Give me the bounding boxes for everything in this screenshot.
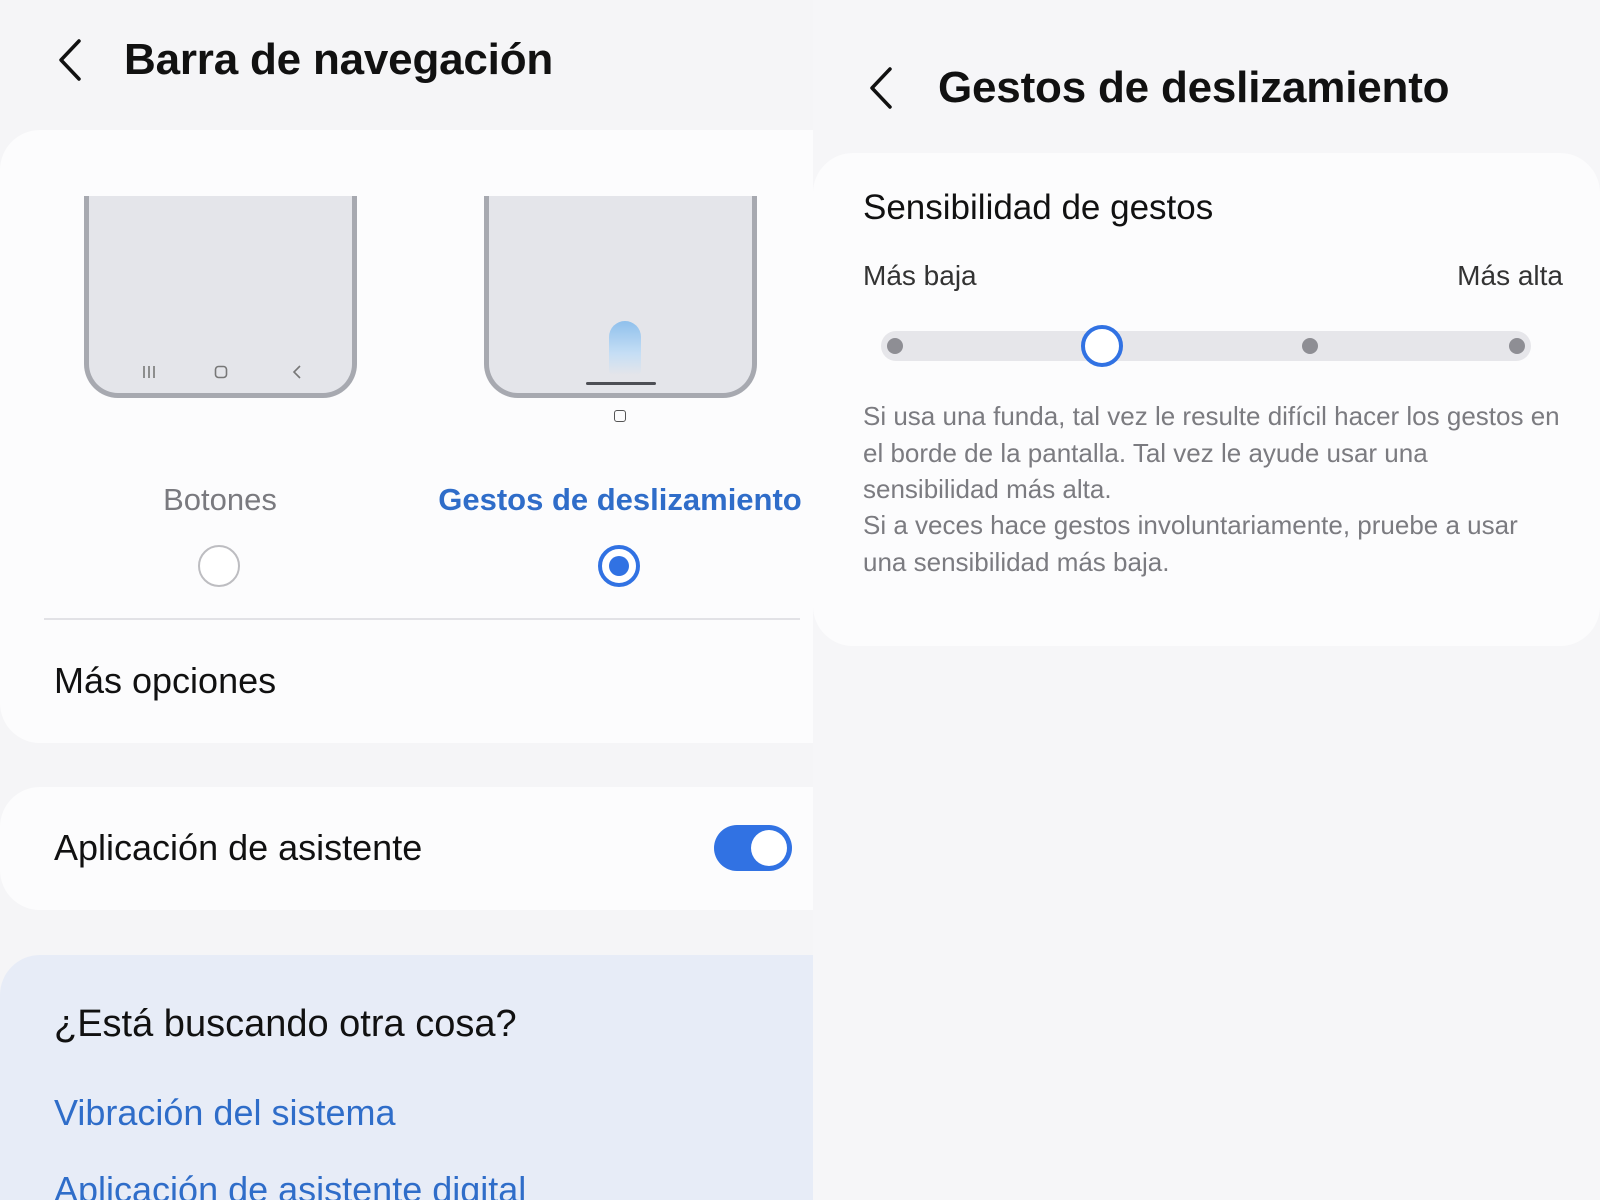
sensitivity-card: Sensibilidad de gestos Más baja Más alta… (813, 153, 1600, 646)
slider-max-label: Más alta (1457, 260, 1563, 291)
sensitivity-slider[interactable] (881, 321, 1531, 371)
sensitivity-title: Sensibilidad de gestos (863, 188, 1214, 227)
chevron-left-icon (59, 39, 81, 81)
swipe-gestures-screen: Gestos de deslizamiento Sensibilidad de … (813, 0, 1600, 1200)
slider-step-3[interactable] (1301, 338, 1318, 354)
back-button[interactable] (50, 32, 90, 88)
assistant-card: Aplicación de asistente (0, 787, 813, 910)
radio-gestures[interactable] (598, 545, 640, 587)
navigation-type-card: Botones Gestos de deslizamiento Más opci… (0, 130, 813, 743)
navigation-bar-screen: Barra de navegación Botones Gestos de de… (0, 0, 813, 1200)
radio-buttons[interactable] (198, 545, 240, 587)
help-text-case: Si usa una funda, tal vez le resulte dif… (863, 401, 1560, 504)
divider (44, 618, 800, 620)
slider-step-4[interactable] (1509, 338, 1525, 354)
swipe-hint-icon (609, 321, 641, 375)
assistant-toggle[interactable] (714, 825, 792, 871)
slider-min-label: Más baja (863, 260, 977, 291)
header: Gestos de deslizamiento (861, 60, 1450, 116)
help-text-involuntary: Si a veces hace gestos involuntariamente… (863, 510, 1518, 577)
page-title: Gestos de deslizamiento (938, 63, 1450, 112)
gestures-preview[interactable] (484, 196, 757, 398)
link-digital-assistant[interactable]: Aplicación de asistente digital (54, 1169, 526, 1200)
chevron-left-icon (870, 67, 892, 109)
toggle-knob (751, 830, 787, 866)
assistant-label: Aplicación de asistente (54, 827, 423, 868)
suggestions-title: ¿Está buscando otra cosa? (54, 1003, 517, 1045)
option-label-buttons: Botones (163, 482, 277, 517)
gesture-hint-toggle-icon[interactable] (614, 410, 626, 422)
suggestions-card: ¿Está buscando otra cosa? Vibración del … (0, 955, 813, 1200)
option-label-gestures: Gestos de deslizamiento (438, 482, 802, 517)
gesture-handle-bar (586, 382, 656, 385)
recents-icon (143, 366, 155, 378)
buttons-preview[interactable] (84, 196, 357, 398)
home-icon (214, 365, 228, 379)
page-title: Barra de navegación (124, 35, 554, 84)
link-system-vibration[interactable]: Vibración del sistema (54, 1092, 396, 1134)
more-options-item[interactable]: Más opciones (54, 660, 276, 702)
back-nav-icon (292, 365, 301, 379)
header: Barra de navegación (50, 32, 553, 88)
back-button[interactable] (861, 60, 901, 116)
slider-track (881, 331, 1531, 361)
slider-step-1[interactable] (887, 338, 903, 354)
